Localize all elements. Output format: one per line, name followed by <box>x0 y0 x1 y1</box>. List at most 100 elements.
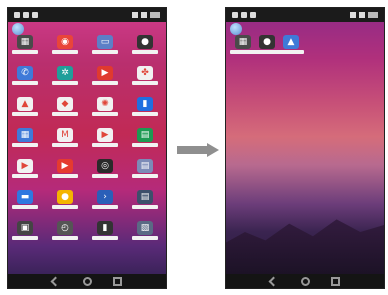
app-shortcut[interactable]: ▤ <box>132 190 158 210</box>
notification-icon <box>32 12 38 18</box>
app-shortcut[interactable]: ▦ <box>230 35 256 55</box>
app-shortcut[interactable]: ✆ <box>12 66 38 86</box>
files-icon: ▭ <box>97 35 113 49</box>
app-label <box>52 205 78 209</box>
avatar[interactable] <box>230 23 242 35</box>
app-label <box>132 143 158 147</box>
home-icon[interactable] <box>301 277 310 286</box>
gallery-icon: ▧ <box>137 221 153 235</box>
app-label <box>12 174 38 178</box>
app-shortcut[interactable]: ◉ <box>52 35 78 55</box>
app-shortcut[interactable]: ▲ <box>12 97 38 117</box>
calendar-icon: ▦ <box>17 128 33 142</box>
status-icons <box>350 12 378 18</box>
app-shortcut[interactable]: ▤ <box>132 128 158 148</box>
left-phone-screenshot: ▦ ◉ ▭ ● ✆ ✲ ▶ ✤ ▲ ◆ ✺ ▮ ▦ M ▶ ▤ ▶ ▶ ◎ ▤ ▬ ● › ▤ ▣ ◴ ▮ ▧ <box>7 7 167 289</box>
app-shortcut[interactable]: ✤ <box>132 66 158 86</box>
app-label <box>12 143 38 147</box>
app-label <box>92 81 118 85</box>
app-shortcut[interactable]: ▦ <box>12 128 38 148</box>
drive-icon: ▲ <box>17 97 33 111</box>
app-shortcut[interactable]: ▧ <box>132 221 158 241</box>
app-label <box>92 174 118 178</box>
app-grid-icon: ▦ <box>235 35 251 49</box>
keep-icon: ● <box>57 190 73 204</box>
app-label <box>92 50 118 54</box>
app-shortcut[interactable]: ▭ <box>92 35 118 55</box>
android-icon: ▣ <box>17 221 33 235</box>
sheets-icon: ▤ <box>137 128 153 142</box>
app-shortcut[interactable]: ▶ <box>92 66 118 86</box>
app-shortcut[interactable]: ▮ <box>132 97 158 117</box>
app-shortcut[interactable]: ✲ <box>52 66 78 86</box>
back-icon[interactable] <box>268 276 279 287</box>
app-shortcut[interactable]: M <box>52 128 78 148</box>
camera-app-icon: ◎ <box>97 159 113 173</box>
app-label <box>52 50 78 54</box>
file-manager-icon: ▤ <box>137 159 153 173</box>
app-label <box>12 112 38 116</box>
app-label <box>92 236 118 240</box>
app-shortcut[interactable]: ▣ <box>12 221 38 241</box>
app-shortcut[interactable]: ▶ <box>92 128 118 148</box>
chrome-icon: ◉ <box>57 35 73 49</box>
photos-alt-icon: ✺ <box>97 97 113 111</box>
avatar[interactable] <box>12 23 24 35</box>
youtube-music-icon: ▶ <box>97 66 113 80</box>
app-label <box>230 50 256 54</box>
app-label <box>52 143 78 147</box>
app-label <box>254 50 280 54</box>
app-label <box>132 112 158 116</box>
app-shortcut[interactable]: ● <box>52 190 78 210</box>
app-label <box>132 205 158 209</box>
video-icon: ▮ <box>97 221 113 235</box>
clock-icon: ◴ <box>57 221 73 235</box>
app-label <box>52 81 78 85</box>
app-label <box>12 50 38 54</box>
app-label <box>52 236 78 240</box>
app-shortcut[interactable]: ▶ <box>12 159 38 179</box>
duo-icon: ▮ <box>137 97 153 111</box>
recents-icon[interactable] <box>113 277 122 286</box>
app-label <box>12 236 38 240</box>
camera-icon: ● <box>137 35 153 49</box>
app-label <box>92 205 118 209</box>
app-label <box>92 143 118 147</box>
app-shortcut[interactable]: ◴ <box>52 221 78 241</box>
app-shortcut[interactable]: ▦ <box>12 35 38 55</box>
gmail-icon: M <box>57 128 73 142</box>
navigation-bar <box>8 274 166 288</box>
app-shortcut[interactable]: ◆ <box>52 97 78 117</box>
app-label <box>132 81 158 85</box>
back-icon[interactable] <box>50 276 61 287</box>
messages-icon: ▬ <box>17 190 33 204</box>
notification-icon <box>250 12 256 18</box>
app-shortcut[interactable]: ◎ <box>92 159 118 179</box>
notification-icon <box>23 12 29 18</box>
status-bar <box>226 8 384 22</box>
app-label <box>52 174 78 178</box>
app-shortcut[interactable]: ✺ <box>92 97 118 117</box>
app-label <box>12 205 38 209</box>
android-bot-icon: ▲ <box>283 35 299 49</box>
app-shortcut[interactable]: ● <box>254 35 280 55</box>
recents-icon[interactable] <box>331 277 340 286</box>
navigation-bar <box>226 274 384 288</box>
app-shortcut[interactable]: ▶ <box>52 159 78 179</box>
app-label <box>132 236 158 240</box>
app-label <box>132 50 158 54</box>
home-icon[interactable] <box>83 277 92 286</box>
app-shortcut[interactable]: ▮ <box>92 221 118 241</box>
app-label <box>132 174 158 178</box>
app-shortcut[interactable]: › <box>92 190 118 210</box>
right-arrow-icon <box>177 143 221 157</box>
notification-icon <box>232 12 238 18</box>
app-shortcut[interactable]: ▬ <box>12 190 38 210</box>
app-shortcut[interactable]: ▲ <box>278 35 304 55</box>
phone-icon: ✆ <box>17 66 33 80</box>
status-bar <box>8 8 166 22</box>
settings-icon: ✲ <box>57 66 73 80</box>
app-label <box>52 112 78 116</box>
app-shortcut[interactable]: ● <box>132 35 158 55</box>
app-shortcut[interactable]: ▤ <box>132 159 158 179</box>
